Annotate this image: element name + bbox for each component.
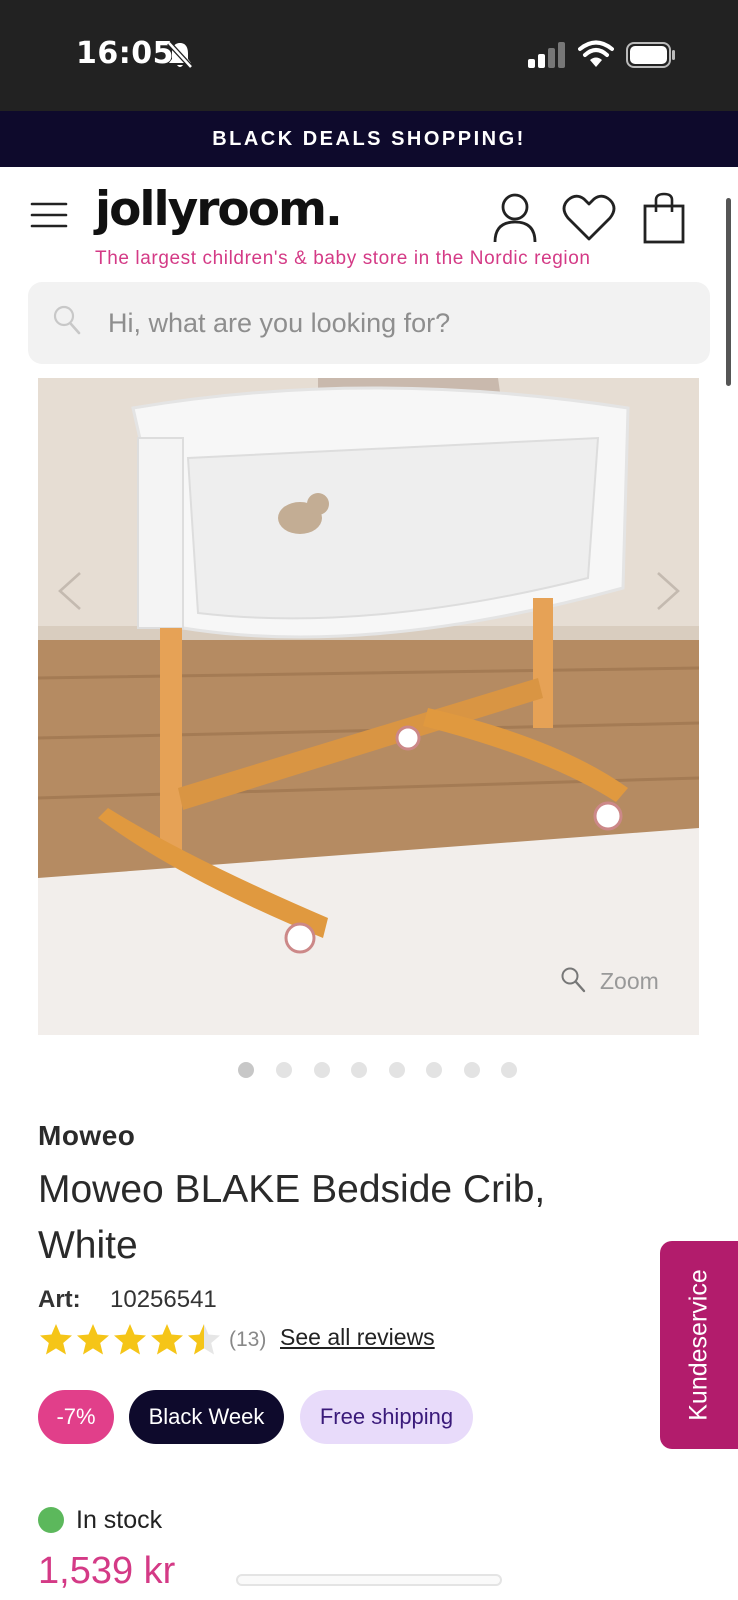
carousel-dot[interactable] [501,1062,517,1078]
carousel-dot[interactable] [276,1062,292,1078]
star-icon [77,1324,109,1355]
account-icon[interactable] [492,192,538,244]
product-price: 1,539 kr [38,1550,176,1592]
review-count: (13) [229,1328,267,1351]
article-label: Art: [38,1286,81,1313]
previous-image-arrow[interactable] [56,570,84,612]
see-all-reviews-link[interactable]: See all reviews [280,1324,435,1351]
product-image[interactable] [38,378,699,1035]
carousel-dot[interactable] [464,1062,480,1078]
zoom-icon[interactable] [560,966,586,994]
carousel-dot[interactable] [238,1062,254,1078]
free-shipping-badge: Free shipping [300,1390,473,1444]
product-title: Moweo BLAKE Bedside Crib, White [38,1168,546,1267]
product-brand[interactable]: Moweo [38,1120,135,1152]
black-week-badge: Black Week [129,1390,284,1444]
carousel-dot[interactable] [426,1062,442,1078]
promo-banner[interactable]: BLACK DEALS SHOPPING! [0,111,738,167]
star-icon [151,1324,183,1355]
page-scrollbar[interactable] [726,198,731,386]
carousel-dot[interactable] [314,1062,330,1078]
next-image-arrow[interactable] [654,570,682,612]
stock-status: In stock [76,1506,163,1534]
battery-icon [626,42,675,68]
carousel-dot[interactable] [389,1062,405,1078]
tagline: The largest children's & baby store in t… [95,248,591,269]
star-rating[interactable] [38,1322,222,1358]
zoom-label[interactable]: Zoom [600,968,659,995]
status-bar: 16:05 [0,0,738,111]
jollyroom-logo[interactable]: jollyroom. [95,186,343,233]
star-icon [114,1324,146,1355]
search-input[interactable] [108,302,688,344]
customer-service-tab[interactable]: Kundeservice [660,1241,738,1449]
article-number: 10256541 [110,1286,217,1313]
crib-photo [38,378,699,1035]
search-icon [53,305,81,335]
half-star-icon [188,1324,220,1355]
carousel-dot[interactable] [351,1062,367,1078]
shopping-bag-icon[interactable] [642,192,686,244]
heart-icon[interactable] [562,194,616,242]
bell-off-icon [167,41,193,69]
promo-text: BLACK DEALS SHOPPING! [212,127,526,150]
menu-icon[interactable] [30,200,68,230]
in-stock-indicator [38,1507,64,1533]
discount-badge: -7% [38,1390,114,1444]
signal-icon [528,42,565,68]
star-icon [40,1324,72,1355]
wifi-icon [578,40,614,67]
customer-service-label: Kundeservice [684,1269,713,1421]
payment-option-bar[interactable] [236,1574,502,1586]
status-time: 16:05 [76,36,174,71]
